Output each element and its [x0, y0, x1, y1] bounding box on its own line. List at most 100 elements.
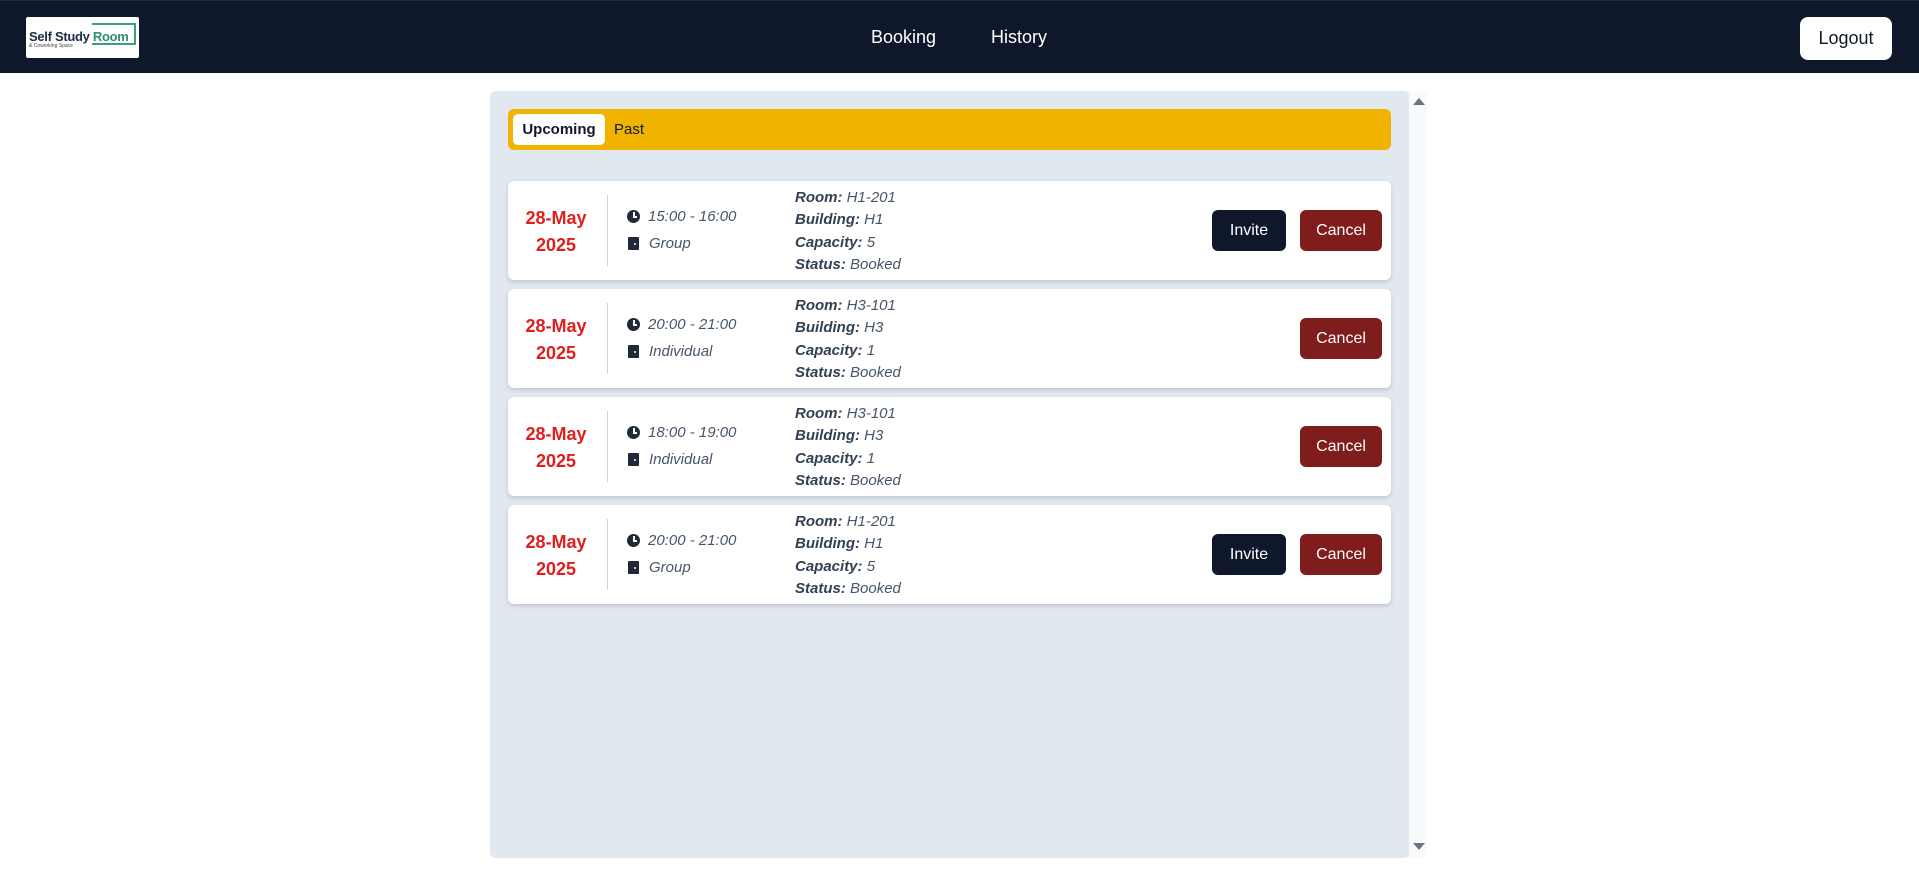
room-value: H3-101 — [846, 297, 896, 314]
building-value: H3 — [864, 319, 884, 337]
capacity-label: Capacity: — [795, 341, 863, 359]
booking-date-year: 2025 — [535, 343, 577, 363]
booking-time-text: 18:00 - 19:00 — [648, 424, 737, 441]
top-navbar: Self Study Room & Coworking Space Bookin… — [0, 0, 1919, 73]
booking-type: Individual — [627, 451, 712, 468]
booking-date: 28-May 2025 — [524, 421, 588, 475]
booking-card: 28-May 2025 15:00 - 16:00 Group Room: H1-… — [508, 181, 1391, 280]
booking-date: 28-May 2025 — [524, 313, 588, 367]
booking-details: Room: H3-101 Building: H3 Capacity: 1 St… — [795, 295, 901, 384]
building-value: H3 — [864, 427, 884, 445]
logo-text-room: Room — [92, 29, 129, 44]
tab-upcoming[interactable]: Upcoming — [513, 114, 605, 145]
panel-scrollbar[interactable] — [1409, 91, 1427, 858]
booking-details: Room: H3-101 Building: H3 Capacity: 1 St… — [795, 403, 901, 492]
cancel-button[interactable]: Cancel — [1300, 210, 1382, 251]
room-label: Room: — [795, 297, 843, 314]
status-label: Status: — [795, 255, 846, 273]
booking-type-text: Individual — [649, 343, 713, 360]
logo-subtitle: & Coworking Space — [29, 43, 73, 49]
room-label: Room: — [795, 189, 843, 206]
status-label: Status: — [795, 471, 846, 489]
door-icon — [628, 345, 639, 358]
booking-type: Individual — [627, 343, 712, 360]
room-label: Room: — [795, 513, 843, 530]
scroll-up-arrow-icon[interactable] — [1413, 98, 1425, 105]
cancel-button[interactable]: Cancel — [1300, 534, 1382, 575]
building-label: Building: — [795, 535, 860, 553]
building-value: H1 — [864, 535, 884, 553]
door-icon — [628, 453, 639, 466]
logout-button[interactable]: Logout — [1800, 17, 1892, 60]
booking-date-year: 2025 — [535, 451, 577, 471]
logo-text-self-study: Self Study — [29, 29, 93, 44]
invite-button[interactable]: Invite — [1212, 210, 1286, 251]
booking-type-text: Group — [649, 559, 691, 576]
nav-booking-link[interactable]: Booking — [871, 27, 936, 48]
status-label: Status: — [795, 579, 846, 597]
booking-date: 28-May 2025 — [524, 529, 588, 583]
cancel-button[interactable]: Cancel — [1300, 426, 1382, 467]
booking-time: 18:00 - 19:00 — [627, 424, 736, 441]
clock-icon — [627, 534, 640, 547]
building-label: Building: — [795, 427, 860, 445]
room-value: H3-101 — [846, 405, 896, 422]
booking-date-day: 28-May — [525, 532, 587, 552]
booking-tabs: Upcoming Past — [508, 109, 1391, 150]
card-divider — [607, 519, 608, 590]
booking-date-day: 28-May — [525, 316, 587, 336]
room-value: H1-201 — [846, 513, 896, 530]
status-value: Booked — [850, 363, 901, 381]
booking-time-text: 15:00 - 16:00 — [648, 208, 737, 225]
booking-type: Group — [627, 559, 691, 576]
capacity-label: Capacity: — [795, 233, 863, 251]
booking-date-day: 28-May — [525, 424, 587, 444]
nav-history-link[interactable]: History — [991, 27, 1047, 48]
cancel-button[interactable]: Cancel — [1300, 318, 1382, 359]
booking-time-text: 20:00 - 21:00 — [648, 532, 737, 549]
capacity-value: 1 — [866, 449, 876, 467]
capacity-value: 1 — [866, 341, 876, 359]
booking-time: 20:00 - 21:00 — [627, 532, 736, 549]
door-icon — [628, 237, 639, 250]
door-icon — [628, 561, 639, 574]
card-divider — [607, 411, 608, 482]
invite-button[interactable]: Invite — [1212, 534, 1286, 575]
booking-date: 28-May 2025 — [524, 205, 588, 259]
booking-card: 28-May 2025 20:00 - 21:00 Individual Room… — [508, 289, 1391, 388]
booking-time: 20:00 - 21:00 — [627, 316, 736, 333]
booking-card: 28-May 2025 20:00 - 21:00 Group Room: H1-… — [508, 505, 1391, 604]
booking-date-year: 2025 — [535, 559, 577, 579]
booking-type: Group — [627, 235, 691, 252]
booking-card: 28-May 2025 18:00 - 19:00 Individual Room… — [508, 397, 1391, 496]
clock-icon — [627, 210, 640, 223]
capacity-label: Capacity: — [795, 557, 863, 575]
logo-text: Self Study Room — [29, 29, 129, 44]
card-divider — [607, 195, 608, 266]
status-value: Booked — [850, 579, 901, 597]
app-logo[interactable]: Self Study Room & Coworking Space — [26, 17, 139, 58]
booking-time-text: 20:00 - 21:00 — [648, 316, 737, 333]
building-value: H1 — [864, 211, 884, 229]
capacity-label: Capacity: — [795, 449, 863, 467]
room-value: H1-201 — [846, 189, 896, 206]
building-label: Building: — [795, 211, 860, 229]
clock-icon — [627, 426, 640, 439]
booking-type-text: Individual — [649, 451, 713, 468]
status-value: Booked — [850, 255, 901, 273]
booking-date-year: 2025 — [535, 235, 577, 255]
booking-type-text: Group — [649, 235, 691, 252]
card-divider — [607, 303, 608, 374]
tab-past[interactable]: Past — [614, 114, 644, 145]
clock-icon — [627, 318, 640, 331]
room-label: Room: — [795, 405, 843, 422]
booking-time: 15:00 - 16:00 — [627, 208, 736, 225]
booking-details: Room: H1-201 Building: H1 Capacity: 5 St… — [795, 511, 901, 600]
capacity-value: 5 — [866, 233, 876, 251]
capacity-value: 5 — [866, 557, 876, 575]
status-label: Status: — [795, 363, 846, 381]
scroll-down-arrow-icon[interactable] — [1413, 843, 1425, 850]
status-value: Booked — [850, 471, 901, 489]
building-label: Building: — [795, 319, 860, 337]
booking-details: Room: H1-201 Building: H1 Capacity: 5 St… — [795, 187, 901, 276]
